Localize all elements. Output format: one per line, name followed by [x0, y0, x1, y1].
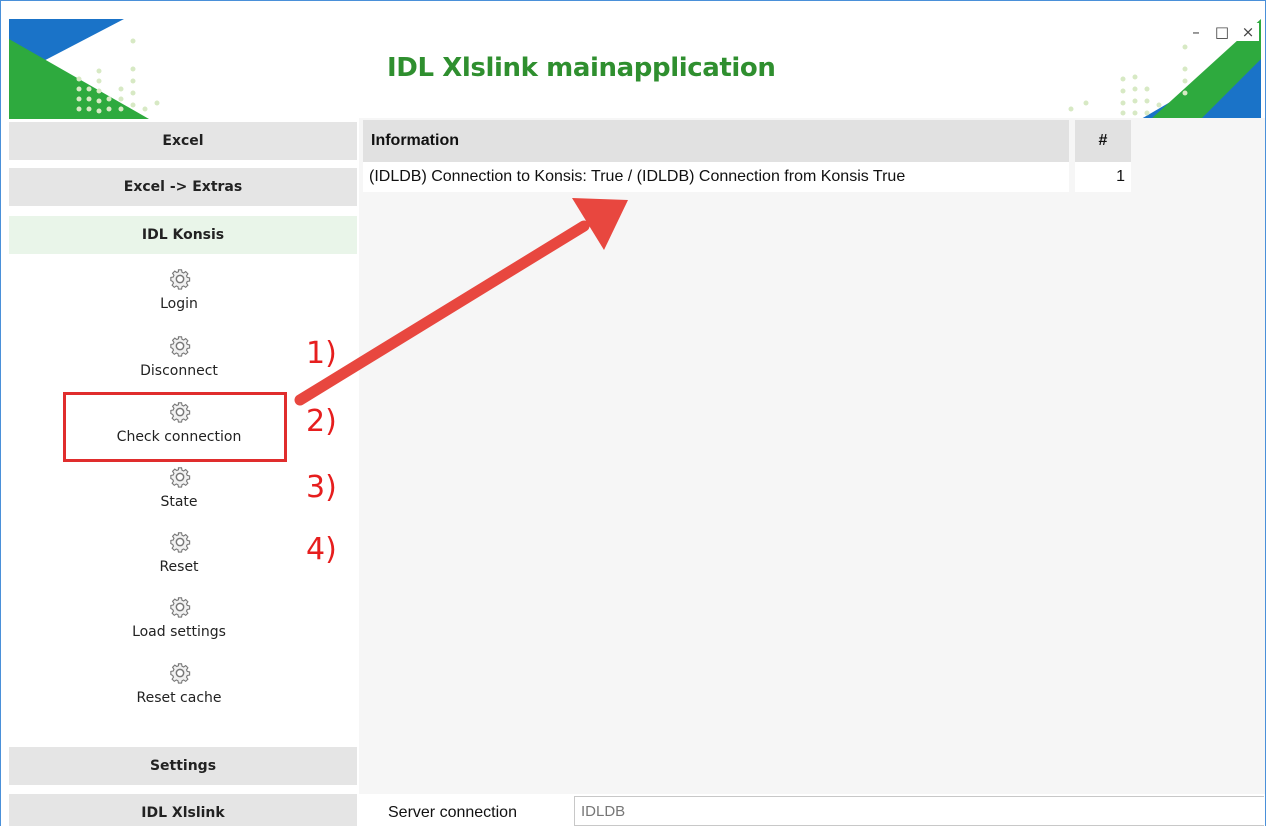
- gear-icon: [170, 336, 191, 357]
- sidebar-section-excel[interactable]: Excel: [9, 122, 357, 160]
- information-cell: (IDLDB) Connection to Konsis: True / (ID…: [363, 162, 1075, 192]
- disconnect-button[interactable]: Disconnect: [9, 335, 357, 391]
- reset-cache-button[interactable]: Reset cache: [9, 662, 357, 718]
- column-header-number[interactable]: #: [1072, 120, 1137, 162]
- information-panel: Information # (IDLDB) Connection to Kons…: [359, 118, 1265, 794]
- table-row[interactable]: (IDLDB) Connection to Konsis: True / (ID…: [363, 162, 1137, 192]
- step-label-2: 2): [306, 404, 337, 439]
- information-table: Information # (IDLDB) Connection to Kons…: [363, 120, 1137, 192]
- tool-label: Reset: [159, 559, 199, 575]
- sidebar-section-idl-xlslink[interactable]: IDL Xlslink: [9, 794, 357, 826]
- server-connection-label: Server connection: [388, 804, 517, 821]
- step-label-1: 1): [306, 336, 337, 371]
- gear-icon: [170, 532, 191, 553]
- step-label-4: 4): [306, 532, 337, 567]
- tool-label: State: [160, 494, 198, 510]
- step-label-3: 3): [306, 470, 337, 505]
- tool-label: Login: [160, 296, 198, 312]
- gear-icon: [170, 663, 191, 684]
- close-button[interactable]: ×: [1239, 23, 1257, 41]
- sidebar-section-idl-konsis[interactable]: IDL Konsis: [9, 216, 357, 254]
- app-header: IDL Xlslink mainapplication – □ ×: [1, 1, 1265, 119]
- highlight-box: [63, 392, 287, 462]
- window-controls: – □ ×: [1185, 23, 1259, 41]
- gear-icon: [170, 269, 191, 290]
- status-bar: Server connection: [359, 794, 1265, 826]
- count-cell: 1: [1072, 162, 1137, 192]
- app-title: IDL Xlslink mainapplication: [387, 53, 776, 83]
- table-header-row: Information #: [363, 120, 1137, 162]
- column-header-information[interactable]: Information: [363, 120, 1075, 162]
- maximize-button[interactable]: □: [1213, 23, 1231, 41]
- sidebar: Excel Excel -> Extras IDL Konsis Login D…: [9, 119, 357, 826]
- tool-label: Load settings: [132, 624, 226, 640]
- company-logo-left: [9, 19, 160, 119]
- gear-icon: [170, 597, 191, 618]
- reset-button[interactable]: Reset: [9, 531, 357, 587]
- state-button[interactable]: State: [9, 466, 357, 522]
- tool-label: Disconnect: [140, 363, 218, 379]
- minimize-button[interactable]: –: [1187, 23, 1205, 41]
- gear-icon: [170, 467, 191, 488]
- tool-label: Reset cache: [136, 690, 222, 706]
- sidebar-section-settings[interactable]: Settings: [9, 747, 357, 785]
- server-connection-field[interactable]: [574, 796, 1264, 826]
- sidebar-section-excel-extras[interactable]: Excel -> Extras: [9, 168, 357, 206]
- login-button[interactable]: Login: [9, 268, 357, 324]
- load-settings-button[interactable]: Load settings: [9, 596, 357, 652]
